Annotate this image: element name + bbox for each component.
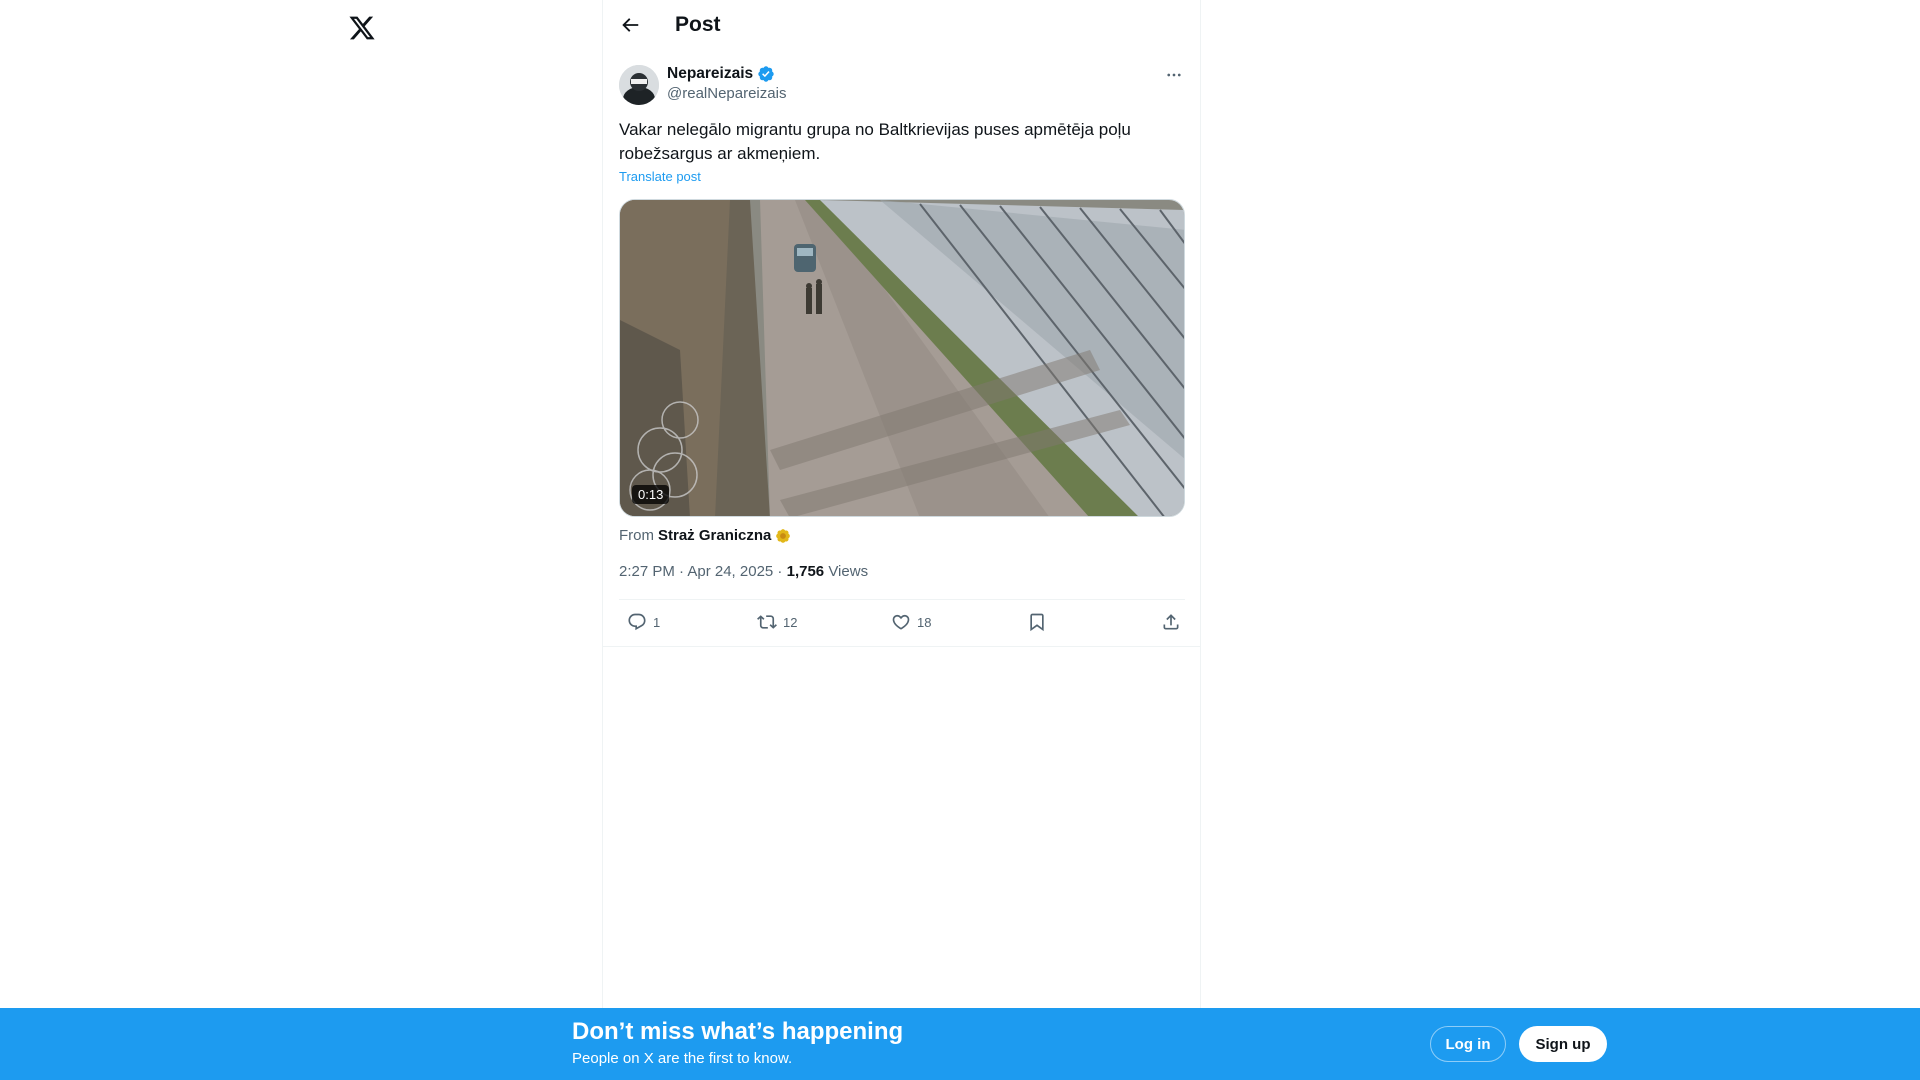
banner-subtitle: People on X are the first to know.	[572, 1050, 793, 1067]
repost-icon	[757, 615, 777, 629]
repost-button[interactable]: 12	[757, 612, 797, 632]
post-timestamp[interactable]: 2:27 PM · Apr 24, 2025	[619, 563, 773, 580]
banner-title: Don’t miss what’s happening	[572, 1018, 904, 1045]
top-bar: Post	[603, 0, 1200, 53]
page-title: Post	[675, 13, 721, 36]
bookmark-icon	[1030, 613, 1044, 632]
x-logo-icon[interactable]	[348, 14, 376, 42]
avatar[interactable]	[619, 65, 659, 105]
source-prefix: From	[619, 527, 654, 544]
login-button[interactable]: Log in	[1430, 1026, 1506, 1062]
like-count: 18	[917, 614, 932, 630]
back-arrow-icon[interactable]	[619, 14, 645, 40]
share-button[interactable]	[1161, 612, 1181, 632]
more-options-icon[interactable]	[1163, 66, 1185, 84]
heart-icon	[892, 614, 910, 630]
author-name[interactable]: Nepareizais	[667, 65, 753, 83]
media-source-row: From Straż Graniczna	[619, 527, 791, 544]
source-name[interactable]: Straż Graniczna	[658, 527, 771, 544]
signup-banner: Don’t miss what’s happening People on X …	[0, 1008, 1920, 1080]
author-name-row: Nepareizais	[667, 65, 775, 83]
video-duration: 0:13	[632, 485, 670, 504]
repost-count: 12	[783, 614, 798, 630]
translate-post-link[interactable]: Translate post	[619, 169, 701, 184]
like-button[interactable]: 18	[891, 612, 931, 632]
reply-count: 1	[653, 614, 661, 630]
verified-badge-icon	[757, 65, 775, 83]
author-handle[interactable]: @realNepareizais	[667, 85, 786, 102]
bookmark-button[interactable]	[1027, 612, 1047, 632]
reply-icon	[628, 613, 646, 631]
gold-verified-badge-icon	[775, 528, 791, 544]
video-thumbnail	[620, 200, 1184, 516]
post-meta: 2:27 PM · Apr 24, 2025 · 1,756 Views	[619, 563, 868, 580]
signup-button[interactable]: Sign up	[1519, 1026, 1607, 1062]
video-player[interactable]: 0:13	[619, 199, 1185, 517]
divider	[603, 646, 1200, 647]
action-bar: 1 12 18	[619, 600, 1185, 646]
reply-button[interactable]: 1	[627, 612, 660, 632]
post-text: Vakar nelegālo migrantu grupa no Baltkri…	[619, 120, 1131, 163]
views-label: Views	[828, 563, 869, 580]
main-column: Post Nepareizais @realNepareizais Vakar …	[602, 0, 1201, 1080]
share-icon	[1163, 614, 1179, 630]
views-count: 1,756	[786, 563, 825, 580]
meta-separator: ·	[773, 563, 787, 580]
